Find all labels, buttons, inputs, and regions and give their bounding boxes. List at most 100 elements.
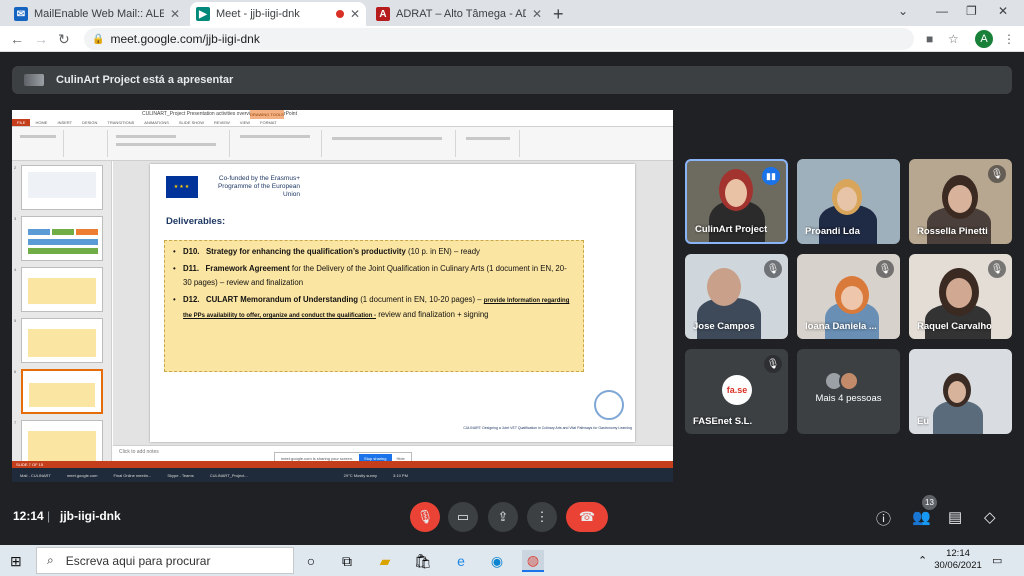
close-window-button[interactable]: ✕	[998, 4, 1008, 18]
people-icon[interactable]: 👥	[912, 508, 931, 526]
browser-toolbar: ← → ↻ 🔒 meet.google.com/jjb-iigi-dnk ■ ☆…	[0, 26, 1024, 52]
activities-icon[interactable]: ◇	[984, 508, 996, 526]
task-view-icon[interactable]: ⧉	[336, 550, 358, 572]
mic-off-icon: 🎙	[876, 260, 894, 278]
tab-meet[interactable]: ▶ Meet - jjb-iigi-dnk ✕	[190, 2, 366, 26]
adrat-icon: A	[376, 7, 390, 21]
deliverable-code: D10.	[183, 247, 200, 256]
system-clock[interactable]: 12:14 30/06/2021	[932, 548, 984, 572]
participant-tile[interactable]: Proandi Lda	[797, 159, 900, 244]
deliverable-title: Strategy for enhancing the qualification…	[205, 247, 406, 256]
avatar	[839, 371, 859, 391]
self-view-tile[interactable]: Eu	[909, 349, 1012, 434]
tab-adrat[interactable]: A ADRAT – Alto Tâmega - ADRAT - ✕	[370, 2, 548, 26]
meeting-code: jjb-iigi-dnk	[60, 509, 121, 523]
slide-thumbnail-selected[interactable]	[21, 369, 103, 414]
meeting-separator: |	[47, 509, 51, 523]
camera-toggle-button[interactable]: ▭	[448, 502, 478, 532]
tab-mail[interactable]: ✉ MailEnable Web Mail:: ALEXANDI ✕	[8, 2, 186, 26]
shared-clock: 3:10 PM	[393, 472, 408, 478]
participant-tile[interactable]: ▮▮ CulinArt Project	[685, 159, 788, 244]
more-participants-tile[interactable]: Mais 4 pessoas	[797, 349, 900, 434]
new-tab-button[interactable]: +	[553, 4, 564, 25]
tab-search-icon[interactable]: ⌄	[898, 4, 908, 18]
ribbon-tab: HOME	[35, 120, 48, 125]
participant-tile[interactable]: 🎙 Ioana Daniela ...	[797, 254, 900, 339]
eu-cofunding-text: Co-funded by the Erasmus+ Programme of t…	[217, 175, 300, 198]
bookmark-star-icon[interactable]: ☆	[948, 32, 959, 46]
participant-tile[interactable]: 🎙 Raquel Carvalho	[909, 254, 1012, 339]
participant-video	[948, 381, 966, 403]
ribbon-control	[240, 135, 310, 138]
close-tab-icon[interactable]: ✕	[170, 7, 180, 21]
participant-tile[interactable]: fa.se 🎙 FASEnet S.L.	[685, 349, 788, 434]
eu-flag-icon: ★★★	[166, 176, 198, 198]
slide-thumbnail[interactable]	[21, 420, 103, 465]
shared-taskbar-item: Final Online meetin...	[113, 472, 152, 478]
slide-thumbnail[interactable]	[21, 216, 103, 261]
shared-taskbar: Mail - CULINART meet.google.com Final On…	[12, 468, 673, 482]
deliverable-d12: D12. CULART Memorandum of Understanding …	[173, 293, 575, 323]
hide-button[interactable]: Hide	[397, 456, 405, 461]
participant-tile[interactable]: 🎙 Jose Campos	[685, 254, 788, 339]
tray-overflow-icon[interactable]: ⌃	[918, 554, 927, 567]
ribbon-control	[116, 135, 176, 138]
meeting-info-icon[interactable]: ⓘ	[876, 508, 891, 529]
participant-name: Ioana Daniela ...	[805, 321, 877, 332]
windows-taskbar: ⊞ ⌕ Escreva aqui para procurar ○ ⧉ ▰ 🛍 e…	[0, 545, 1024, 576]
profile-avatar[interactable]: A	[975, 30, 993, 48]
speaking-indicator-icon: ▮▮	[762, 167, 780, 185]
slide-thumbnail[interactable]	[21, 318, 103, 363]
internet-explorer-icon[interactable]: e	[450, 550, 472, 572]
share-notice-text: meet.google.com is sharing your screen.	[281, 455, 354, 461]
powerpoint-status-bar: SLIDE 7 OF 15	[12, 461, 673, 468]
camera-icon[interactable]: ■	[926, 32, 933, 46]
minimize-button[interactable]: —	[936, 4, 948, 18]
deliverable-tail: review and finalization + signing	[376, 310, 489, 319]
menu-kebab-icon[interactable]: ⋮	[1003, 32, 1015, 46]
mic-toggle-button[interactable]: 🎙	[410, 502, 440, 532]
restore-button[interactable]: ❐	[966, 4, 977, 18]
participant-tile[interactable]: 🎙 Rossella Pinetti	[909, 159, 1012, 244]
ribbon-control	[332, 137, 442, 140]
culinart-logo-icon	[594, 390, 624, 420]
thumb-content	[28, 239, 98, 245]
address-bar[interactable]: 🔒 meet.google.com/jjb-iigi-dnk	[84, 28, 914, 50]
windows-search-box[interactable]: ⌕ Escreva aqui para procurar	[36, 547, 294, 574]
ribbon-control	[116, 143, 216, 146]
chrome-icon[interactable]: ◍	[522, 550, 544, 572]
store-icon[interactable]: 🛍	[412, 550, 434, 572]
shared-taskbar-item: Mail - CULINART	[20, 472, 51, 478]
slide-thumbnail[interactable]	[21, 165, 103, 210]
cortana-icon[interactable]: ○	[300, 550, 322, 572]
participant-name: Eu	[917, 416, 930, 427]
windows-start-icon[interactable]: ⊞	[10, 553, 22, 570]
edge-icon[interactable]: ◉	[486, 550, 508, 572]
back-icon[interactable]: ←	[10, 31, 24, 47]
participant-name: CulinArt Project	[695, 224, 768, 235]
deliverable-code: D11.	[183, 264, 200, 273]
ribbon-group	[326, 130, 456, 157]
leave-call-button[interactable]: ☎	[566, 502, 608, 532]
slide-number: 3	[14, 216, 17, 221]
chat-icon[interactable]: ▤	[948, 508, 962, 526]
deliverables-box[interactable]: D10. Strategy for enhancing the qualific…	[164, 240, 584, 372]
close-tab-icon[interactable]: ✕	[350, 7, 360, 21]
participant-video	[725, 179, 747, 207]
reload-icon[interactable]: ↻	[58, 31, 70, 48]
shared-weather: 29°C Mostly sunny	[343, 472, 378, 478]
notifications-icon[interactable]: ▭	[992, 554, 1002, 567]
forward-icon[interactable]: →	[34, 31, 48, 47]
close-tab-icon[interactable]: ✕	[532, 7, 542, 21]
meeting-controls-bar: 12:14 | jjb-iigi-dnk 🎙 ▭ ⇪ ⋮ ☎ ⓘ 👥 ▤ ◇	[0, 494, 1024, 540]
participant-video	[948, 185, 972, 213]
search-icon: ⌕	[47, 553, 54, 567]
present-screen-button[interactable]: ⇪	[488, 502, 518, 532]
deliverable-title: Framework Agreement	[205, 264, 290, 273]
more-participants-avatars	[824, 371, 859, 391]
slide-number: 6	[14, 369, 17, 374]
slide-thumbnail[interactable]	[21, 267, 103, 312]
more-options-button[interactable]: ⋮	[527, 502, 557, 532]
file-explorer-icon[interactable]: ▰	[374, 550, 396, 572]
slide-editor: ★★★ Co-funded by the Erasmus+ Programme …	[113, 161, 673, 461]
